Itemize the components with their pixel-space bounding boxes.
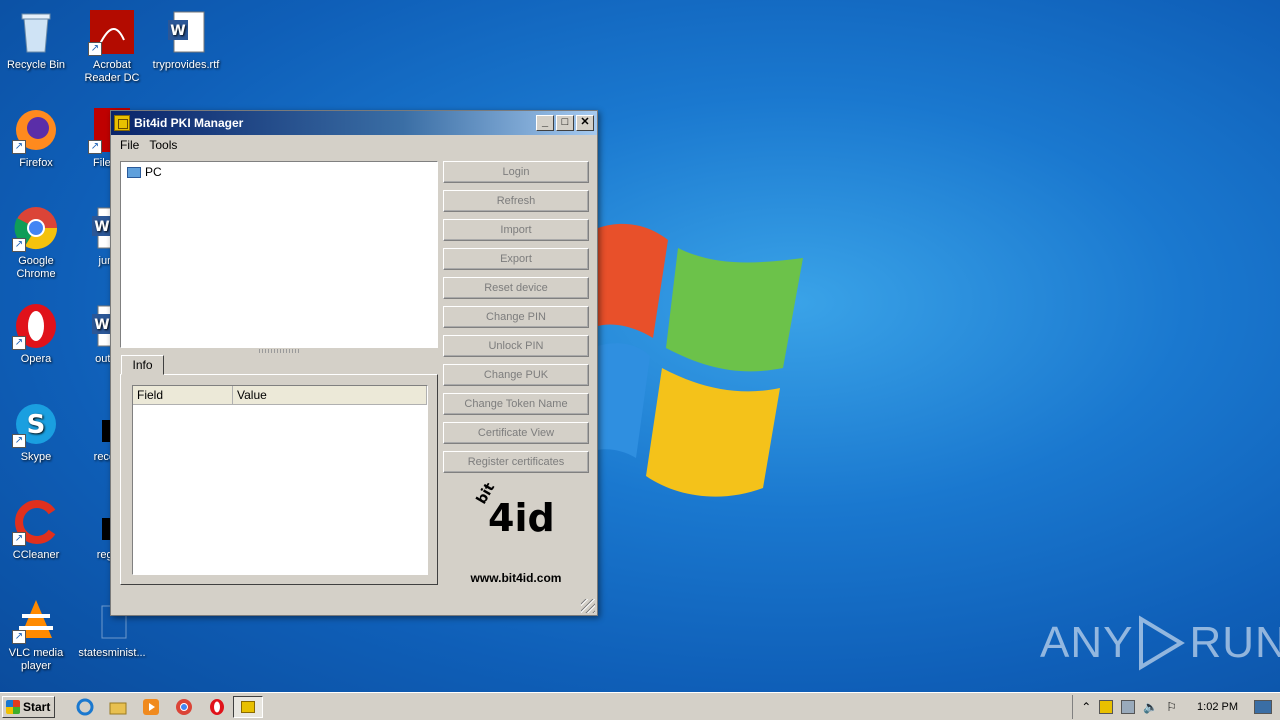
tree-item-label: PC <box>145 165 162 179</box>
recycle-bin-icon <box>12 8 60 56</box>
icon-label: Recycle Bin <box>6 59 66 71</box>
quick-launch <box>73 697 229 717</box>
resize-grip[interactable] <box>581 599 595 613</box>
desktop-icon-vlc[interactable]: ↗ VLC media player <box>0 596 74 673</box>
login-button[interactable]: Login <box>443 161 589 183</box>
icon-label: Opera <box>20 353 52 365</box>
network-icon[interactable] <box>1121 700 1136 714</box>
system-tray: ⌃ 🔈 ⚐ 1:02 PM <box>1072 695 1280 719</box>
windows-logo-wallpaper <box>598 223 803 497</box>
desktop-icon-tryprovides[interactable]: W tryprovides.rtf <box>148 8 224 72</box>
column-header-value[interactable]: Value <box>233 386 427 404</box>
action-buttons: Login Refresh Import Export Reset device… <box>443 161 589 480</box>
maximize-button[interactable]: □ <box>556 115 574 131</box>
word-document-icon: W <box>162 8 210 56</box>
folder-icon[interactable] <box>106 697 130 717</box>
svg-text:S: S <box>27 410 46 440</box>
chip-card-icon <box>241 700 255 713</box>
play-icon <box>1139 615 1186 671</box>
unlock-pin-button[interactable]: Unlock PIN <box>443 335 589 357</box>
list-header: Field Value <box>133 386 427 405</box>
desktop-icon-chrome[interactable]: ↗ Google Chrome <box>0 204 74 281</box>
icon-label: tryprovides.rtf <box>152 59 220 71</box>
watermark-left-text: ANY <box>1040 618 1134 667</box>
certificate-view-button[interactable]: Certificate View <box>443 422 589 444</box>
minimize-button[interactable]: _ <box>536 115 554 131</box>
opera-icon[interactable] <box>205 697 229 717</box>
taskbar: Start ⌃ 🔈 ⚐ 1:02 PM <box>0 692 1280 720</box>
tab-info[interactable]: Info <box>121 355 164 375</box>
export-button[interactable]: Export <box>443 248 589 270</box>
bit4id-logo: bit 4id <box>474 483 555 540</box>
chip-card-icon <box>114 115 130 131</box>
icon-label: Google Chrome <box>16 255 56 280</box>
device-tree[interactable]: PC <box>120 161 438 348</box>
svg-text:W: W <box>94 317 109 333</box>
ie-icon[interactable] <box>73 697 97 717</box>
start-label: Start <box>23 699 51 714</box>
chrome-icon: ↗ <box>12 204 60 252</box>
window-titlebar[interactable]: Bit4id PKI Manager _ □ ✕ <box>111 111 597 135</box>
icon-label: statesminist... <box>78 647 146 659</box>
watermark-right-text: RUN <box>1189 618 1280 667</box>
info-list[interactable]: Field Value <box>132 385 428 575</box>
icon-label: Skype <box>20 451 52 463</box>
computer-icon <box>127 166 141 178</box>
desktop-icon-acrobat[interactable]: ↗ Acrobat Reader DC <box>74 8 150 85</box>
chrome-icon[interactable] <box>172 697 196 717</box>
register-certificates-button[interactable]: Register certificates <box>443 451 589 473</box>
window-title: Bit4id PKI Manager <box>134 116 244 130</box>
change-token-name-button[interactable]: Change Token Name <box>443 393 589 415</box>
opera-icon: ↗ <box>12 302 60 350</box>
import-button[interactable]: Import <box>443 219 589 241</box>
clock[interactable]: 1:02 PM <box>1197 701 1238 713</box>
ccleaner-icon: ↗ <box>12 498 60 546</box>
speaker-icon[interactable]: 🔈 <box>1143 700 1158 714</box>
info-tab-panel: Field Value <box>120 374 438 585</box>
desktop-icon-skype[interactable]: S ↗ Skype <box>0 400 74 464</box>
chip-card-tray-icon[interactable] <box>1099 700 1114 714</box>
media-player-icon[interactable] <box>139 697 163 717</box>
menu-tools[interactable]: Tools <box>144 138 182 152</box>
desktop-icon-recycle-bin[interactable]: Recycle Bin <box>0 8 74 72</box>
skype-icon: S ↗ <box>12 400 60 448</box>
tree-item-pc[interactable]: PC <box>127 165 162 179</box>
icon-label: Firefox <box>19 157 53 169</box>
start-button[interactable]: Start <box>2 695 55 718</box>
svg-text:W: W <box>170 23 185 39</box>
splitter-handle[interactable] <box>259 349 299 353</box>
close-button[interactable]: ✕ <box>576 115 594 131</box>
reset-device-button[interactable]: Reset device <box>443 277 589 299</box>
chevron-up-icon[interactable]: ⌃ <box>1081 700 1091 714</box>
icon-label: CCleaner <box>12 549 60 561</box>
logo-4id-text: 4id <box>488 496 555 540</box>
change-puk-button[interactable]: Change PUK <box>443 364 589 386</box>
show-desktop-button[interactable] <box>1254 700 1272 714</box>
desktop-icon-firefox[interactable]: ↗ Firefox <box>0 106 74 170</box>
icon-label: Acrobat Reader DC <box>84 59 140 84</box>
menubar: File Tools <box>111 135 597 155</box>
desktop-icon-opera[interactable]: ↗ Opera <box>0 302 74 366</box>
desktop-icon-ccleaner[interactable]: ↗ CCleaner <box>0 498 74 562</box>
vlc-icon: ↗ <box>12 596 60 644</box>
tab-label: Info <box>132 358 153 372</box>
anyrun-watermark: ANY RUN <box>1040 615 1280 671</box>
firefox-icon: ↗ <box>12 106 60 154</box>
acrobat-icon: ↗ <box>88 8 136 56</box>
icon-label: VLC media player <box>8 647 64 672</box>
pki-manager-window: Bit4id PKI Manager _ □ ✕ File Tools PC I… <box>110 110 598 616</box>
taskbar-pki-manager[interactable] <box>233 695 263 718</box>
column-header-field[interactable]: Field <box>133 386 233 404</box>
change-pin-button[interactable]: Change PIN <box>443 306 589 328</box>
svg-text:W: W <box>94 219 109 235</box>
menu-file[interactable]: File <box>115 138 144 152</box>
windows-flag-icon <box>6 699 20 714</box>
refresh-button[interactable]: Refresh <box>443 190 589 212</box>
flag-icon[interactable]: ⚐ <box>1166 700 1177 714</box>
brand-url: www.bit4id.com <box>470 571 562 585</box>
